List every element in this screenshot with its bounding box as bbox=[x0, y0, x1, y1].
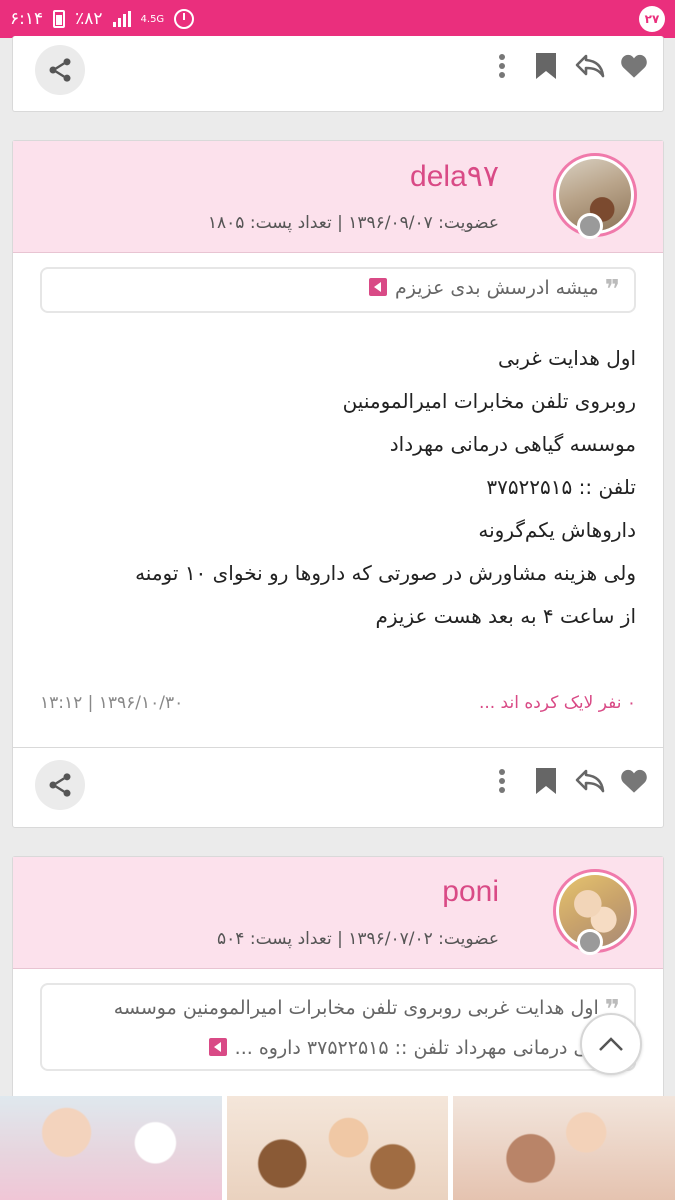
share-button[interactable] bbox=[35, 45, 85, 95]
likes-link[interactable]: ۰ نفر لایک کرده اند ... bbox=[479, 693, 636, 713]
post-line: اول هدایت غربی bbox=[498, 346, 636, 370]
quote-box[interactable]: ❞میشه ادرسش بدی عزیزم bbox=[40, 267, 636, 313]
banner-photo[interactable] bbox=[0, 1096, 222, 1200]
post-date: ۱۳:۱۲ | ۱۳۹۶/۱۰/۳۰ bbox=[40, 693, 184, 713]
action-bar bbox=[13, 747, 663, 827]
share-icon bbox=[49, 773, 71, 797]
status-indicator bbox=[577, 213, 603, 239]
post-header: poni عضویت: ۱۳۹۶/۰۷/۰۲ | تعداد پست: ۵۰۴ bbox=[13, 857, 663, 969]
heart-icon[interactable] bbox=[619, 766, 649, 796]
quote-text: اول هدایت غربی روبروی تلفن مخابرات امیرا… bbox=[113, 997, 599, 1019]
post-line: ولی هزینه مشاورش در صورتی که داروها رو ن… bbox=[135, 561, 636, 585]
alarm-icon bbox=[174, 9, 195, 29]
battery-icon bbox=[53, 10, 66, 28]
more-icon[interactable] bbox=[487, 766, 517, 796]
quote-box[interactable]: ❞اول هدایت غربی روبروی تلفن مخابرات امیر… bbox=[40, 983, 636, 1071]
username[interactable]: poni bbox=[442, 875, 499, 909]
battery-percent: ٪۸۲ bbox=[75, 9, 103, 29]
status-bar-left: ۶:۱۴ ٪۸۲ 4.5G bbox=[10, 9, 195, 29]
post-card-previous bbox=[12, 36, 664, 112]
bookmark-icon[interactable] bbox=[531, 766, 561, 796]
post-footer: ۱۳:۱۲ | ۱۳۹۶/۱۰/۳۰ ۰ نفر لایک کرده اند .… bbox=[40, 693, 636, 713]
scroll-top-button[interactable] bbox=[580, 1013, 642, 1075]
quote-link-icon[interactable] bbox=[208, 1038, 227, 1056]
ad-banner[interactable] bbox=[0, 1096, 675, 1200]
post-line: تلفن :: ۳۷۵۲۲۵۱۵ bbox=[486, 475, 636, 499]
post-line: از ساعت ۴ به بعد هست عزیزم bbox=[375, 604, 636, 628]
quote-icon: ❞ bbox=[604, 275, 620, 305]
network-type: 4.5G bbox=[140, 13, 165, 25]
user-meta: عضویت: ۱۳۹۶/۰۷/۰۲ | تعداد پست: ۵۰۴ bbox=[217, 929, 499, 949]
post-line: داروهاش یکم‌گرونه bbox=[478, 518, 636, 542]
signal-icon bbox=[112, 11, 131, 27]
post-header: dela۹۷ عضویت: ۱۳۹۶/۰۹/۰۷ | تعداد پست: ۱۸… bbox=[13, 141, 663, 253]
post-body: اول هدایت غربی روبروی تلفن مخابرات امیرا… bbox=[40, 337, 636, 638]
status-indicator bbox=[577, 929, 603, 955]
heart-icon[interactable] bbox=[619, 51, 649, 81]
quote-text: میشه ادرسش بدی عزیزم bbox=[395, 277, 599, 299]
username[interactable]: dela۹۷ bbox=[410, 159, 499, 194]
reply-icon[interactable] bbox=[575, 51, 605, 81]
share-button[interactable] bbox=[35, 760, 85, 810]
more-icon[interactable] bbox=[487, 51, 517, 81]
post-card: dela۹۷ عضویت: ۱۳۹۶/۰۹/۰۷ | تعداد پست: ۱۸… bbox=[12, 140, 664, 828]
bookmark-icon[interactable] bbox=[531, 51, 561, 81]
quote-text: گیاهی درمانی مهرداد تلفن :: ۳۷۵۲۲۵۱۵ دار… bbox=[234, 1037, 620, 1059]
action-bar bbox=[13, 33, 663, 113]
chevron-up-icon bbox=[599, 1037, 623, 1051]
notification-badge[interactable]: ۲۷ bbox=[639, 6, 665, 32]
post-card: poni عضویت: ۱۳۹۶/۰۷/۰۲ | تعداد پست: ۵۰۴ … bbox=[12, 856, 664, 1106]
banner-photo[interactable] bbox=[453, 1096, 675, 1200]
share-icon bbox=[49, 58, 71, 82]
banner-photo[interactable] bbox=[226, 1096, 449, 1200]
post-line: روبروی تلفن مخابرات امیرالمومنین bbox=[342, 389, 636, 413]
user-meta: عضویت: ۱۳۹۶/۰۹/۰۷ | تعداد پست: ۱۸۰۵ bbox=[207, 213, 499, 233]
reply-icon[interactable] bbox=[575, 766, 605, 796]
quote-link-icon[interactable] bbox=[369, 278, 388, 296]
post-line: موسسه گیاهی درمانی مهرداد bbox=[389, 432, 636, 456]
clock: ۶:۱۴ bbox=[10, 9, 44, 29]
